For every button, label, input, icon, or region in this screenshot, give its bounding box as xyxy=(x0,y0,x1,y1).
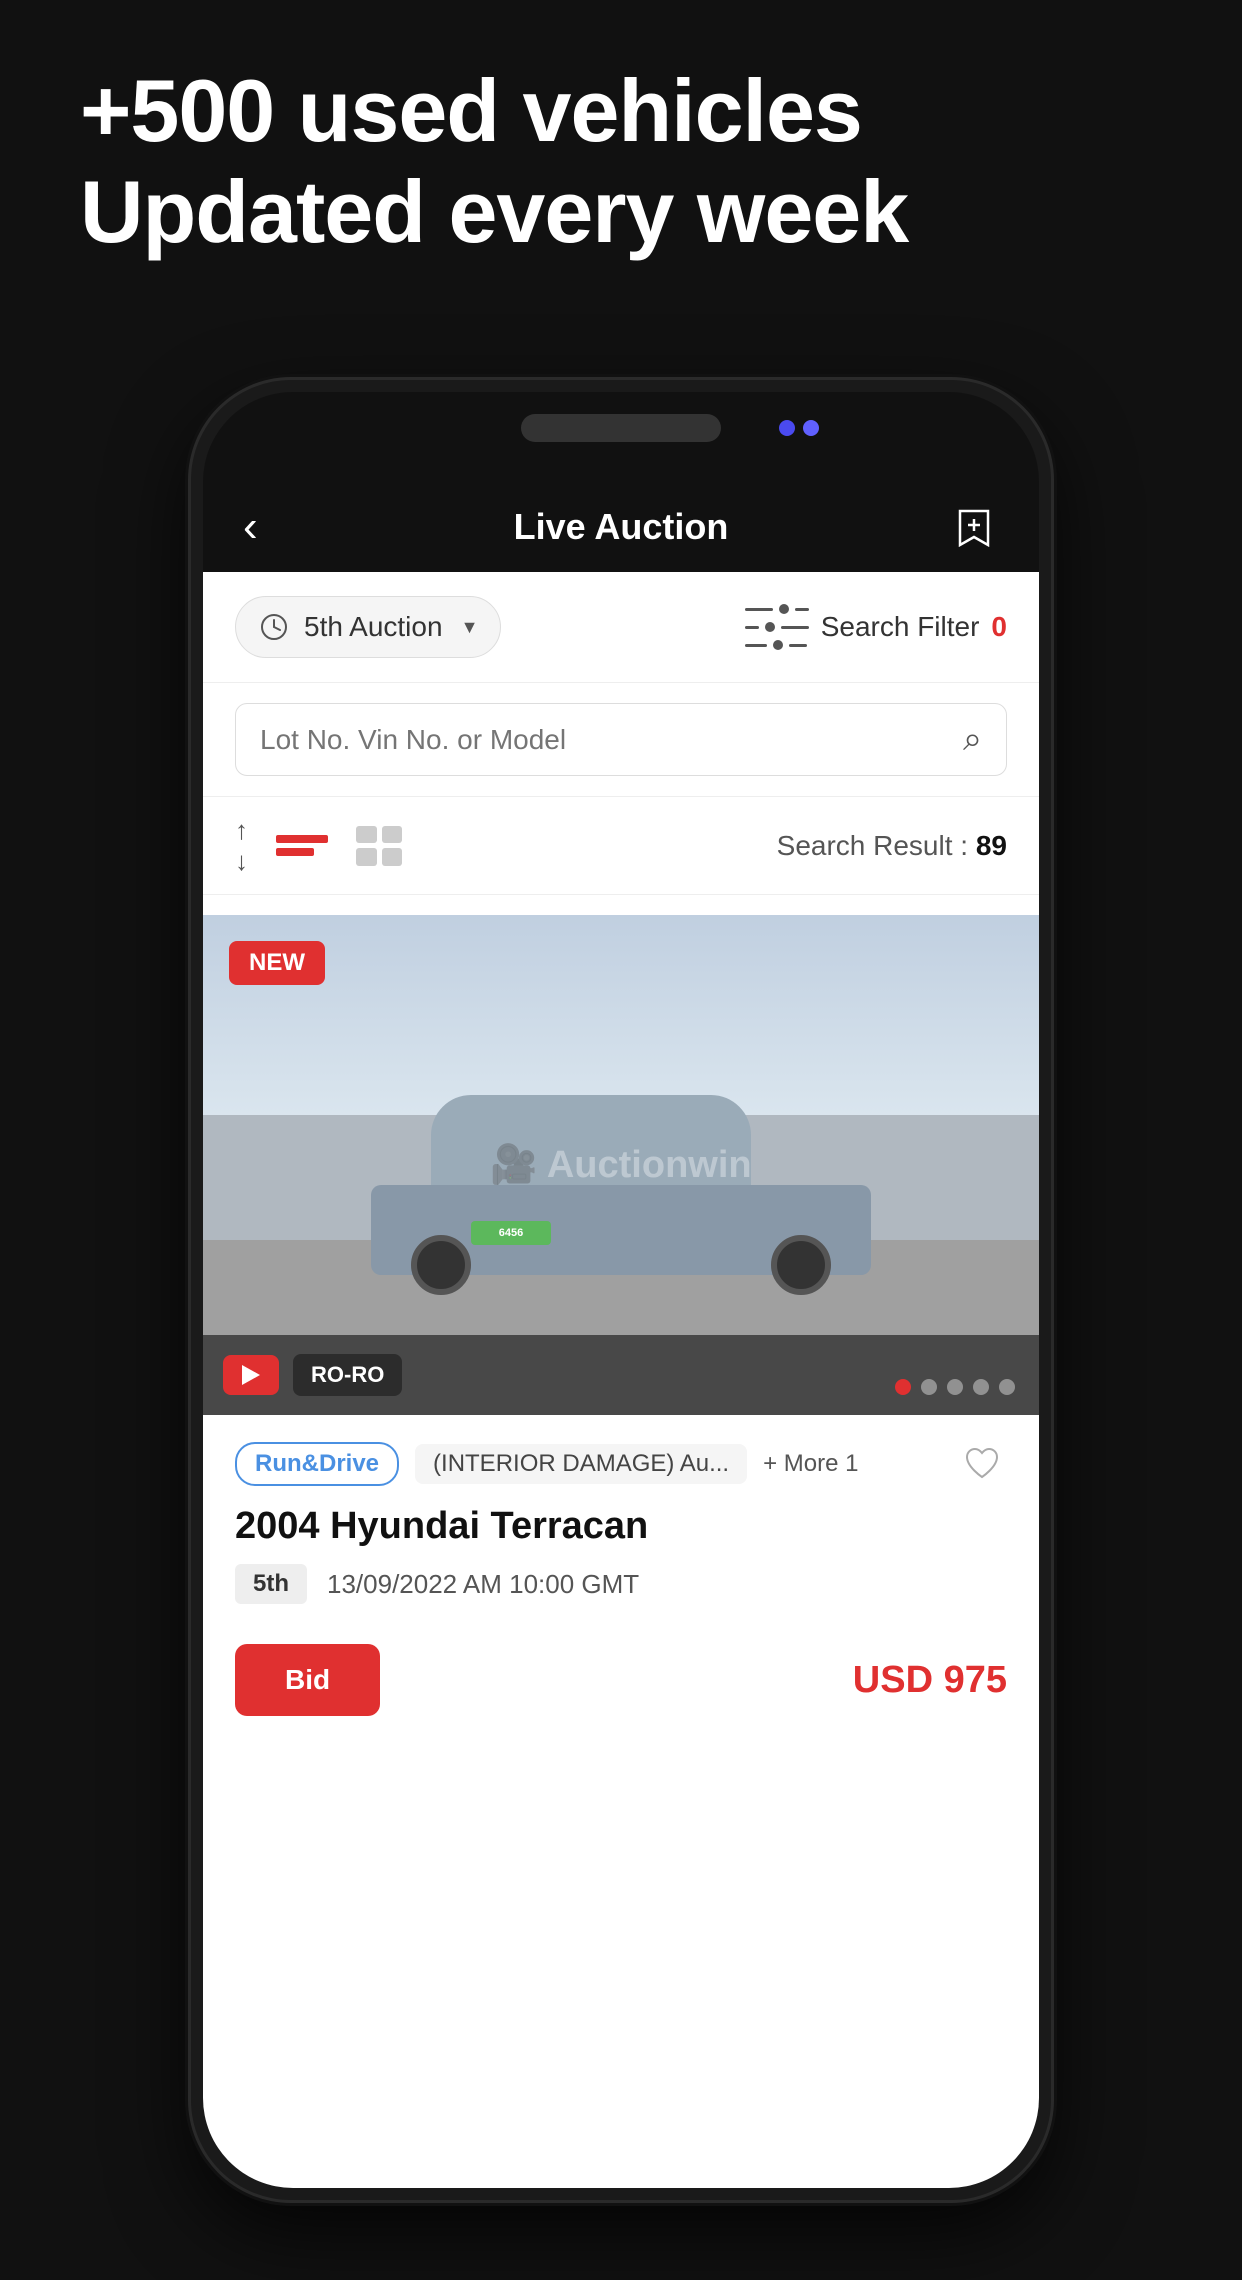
filter-label: Search Filter xyxy=(821,611,980,643)
auction-number-badge: 5th xyxy=(235,1564,307,1604)
auction-info-row: 5th 13/09/2022 AM 10:00 GMT xyxy=(235,1564,1007,1604)
auction-label: 5th Auction xyxy=(304,611,443,643)
list-view-button[interactable] xyxy=(276,835,328,856)
hero-text: +500 used vehicles Updated every week xyxy=(80,60,1162,262)
auction-date: 13/09/2022 AM 10:00 GMT xyxy=(327,1569,639,1600)
play-icon xyxy=(242,1365,260,1385)
tag-damage: (INTERIOR DAMAGE) Au... xyxy=(415,1444,747,1484)
new-badge: NEW xyxy=(229,941,325,985)
filter-count-badge: 0 xyxy=(991,611,1007,643)
vehicle-price: USD 975 xyxy=(853,1659,1007,1702)
sort-up-icon: ↑ xyxy=(235,817,248,843)
sort-button[interactable]: ↑ ↓ xyxy=(235,817,248,874)
search-result-text: Search Result : 89 xyxy=(777,830,1007,862)
filter-sliders-icon xyxy=(745,604,809,650)
sort-bar: ↑ ↓ xyxy=(203,797,1039,895)
search-result-label: Search Result : xyxy=(777,830,976,861)
auction-selector[interactable]: 5th Auction ▼ xyxy=(235,596,501,658)
car-wheel-right xyxy=(771,1235,831,1295)
vehicle-title: 2004 Hyundai Terracan xyxy=(235,1505,1007,1548)
search-icon[interactable]: ⌕ xyxy=(963,720,982,759)
vehicle-card-info: Run&Drive (INTERIOR DAMAGE) Au... + More… xyxy=(203,1415,1039,1644)
camera-dot-1 xyxy=(779,420,795,436)
tag-more: + More 1 xyxy=(763,1450,858,1478)
search-input[interactable] xyxy=(260,724,963,756)
list-view-icon xyxy=(276,835,328,856)
camera-dot-2 xyxy=(803,420,819,436)
image-dot-indicators xyxy=(895,1379,1015,1395)
bookmark-add-icon xyxy=(956,507,992,547)
play-video-button[interactable] xyxy=(223,1355,279,1395)
notch-bar xyxy=(203,392,1039,482)
car-top xyxy=(431,1095,751,1195)
camera-dots xyxy=(779,420,819,436)
image-bottom-overlay: RO-RO xyxy=(203,1335,1039,1415)
phone-frame: ‹ Live Auction xyxy=(191,380,1051,2200)
phone-inner: ‹ Live Auction xyxy=(203,392,1039,2188)
sort-down-icon: ↓ xyxy=(235,848,248,874)
license-plate: 6456 xyxy=(471,1221,551,1245)
hero-line1: +500 used vehicles xyxy=(80,60,1162,161)
back-button[interactable]: ‹ xyxy=(243,502,258,552)
grid-view-icon xyxy=(356,826,402,866)
dot-5[interactable] xyxy=(999,1379,1015,1395)
heart-icon xyxy=(964,1447,1000,1481)
card-bottom-row: Bid USD 975 xyxy=(203,1644,1039,1746)
search-input-wrap: ⌕ xyxy=(235,703,1007,776)
page-title: Live Auction xyxy=(514,506,729,548)
car-wheel-left xyxy=(411,1235,471,1295)
grid-view-button[interactable] xyxy=(356,826,402,866)
search-result-count: 89 xyxy=(976,830,1007,861)
tag-run-drive: Run&Drive xyxy=(235,1442,399,1486)
favorite-button[interactable] xyxy=(957,1439,1007,1489)
app-screen: ‹ Live Auction xyxy=(203,482,1039,2188)
dot-1[interactable] xyxy=(895,1379,911,1395)
dot-2[interactable] xyxy=(921,1379,937,1395)
search-bar: ⌕ xyxy=(203,683,1039,797)
filter-bar: 5th Auction ▼ xyxy=(203,572,1039,683)
bid-button[interactable]: Bid xyxy=(235,1644,380,1716)
car-illustration: 6456 xyxy=(371,1095,871,1275)
hero-line2: Updated every week xyxy=(80,161,1162,262)
clock-icon xyxy=(258,611,290,643)
search-filter-button[interactable]: Search Filter 0 xyxy=(745,604,1007,650)
vehicle-image-wrap: 6456 🎥 Auctionwin NEW RO-RO xyxy=(203,915,1039,1415)
notch-pill xyxy=(521,414,721,442)
vehicle-card[interactable]: 6456 🎥 Auctionwin NEW RO-RO xyxy=(203,915,1039,1746)
dropdown-arrow-icon: ▼ xyxy=(461,617,479,638)
tags-row: Run&Drive (INTERIOR DAMAGE) Au... + More… xyxy=(235,1439,1007,1489)
bookmark-button[interactable] xyxy=(949,502,999,552)
shipping-type-badge: RO-RO xyxy=(293,1354,402,1396)
dot-3[interactable] xyxy=(947,1379,963,1395)
dot-4[interactable] xyxy=(973,1379,989,1395)
app-header: ‹ Live Auction xyxy=(203,482,1039,572)
